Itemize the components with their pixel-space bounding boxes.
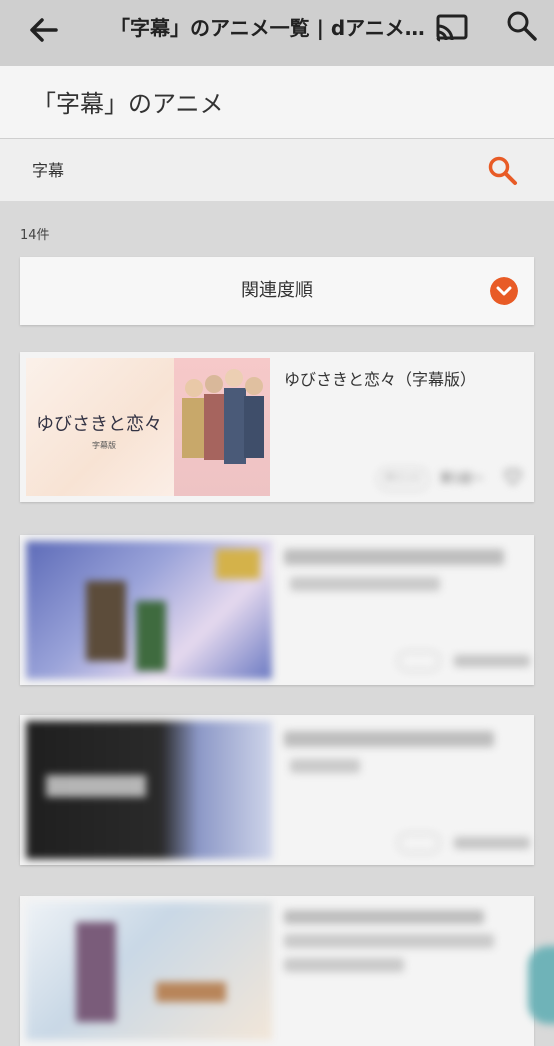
thumbnail-left: ゆびさきと恋々 字幕版	[26, 358, 174, 496]
card-title	[284, 731, 494, 747]
thumb-sub-text: 字幕版	[92, 441, 116, 450]
thumbnail	[26, 902, 272, 1040]
back-arrow-icon[interactable]	[24, 10, 64, 50]
card-title	[284, 910, 484, 924]
thumb-logo-text: ゆびさきと恋々	[36, 414, 162, 435]
search-bar[interactable]: 字幕	[0, 139, 554, 201]
search-input[interactable]: 字幕	[32, 157, 64, 181]
card-subtitle	[284, 934, 494, 948]
sort-label: 関連度順	[241, 280, 313, 301]
page-title: 「字幕」のアニメ	[32, 90, 224, 118]
thumbnail	[26, 721, 272, 859]
card-title: ゆびさきと恋々（字幕版）	[284, 370, 477, 389]
character-illustration	[182, 369, 264, 464]
card-meta	[454, 655, 530, 667]
thumbnail-right	[174, 358, 270, 496]
thumbnail	[26, 541, 272, 679]
favorite-icon[interactable]	[504, 468, 522, 486]
anime-card[interactable]	[20, 535, 534, 685]
tag-chip: ポイント	[378, 468, 428, 490]
card-meta	[454, 837, 530, 849]
tag-chip	[398, 651, 440, 671]
tag-chip	[398, 833, 440, 853]
card-meta: 第1話〜	[440, 471, 484, 485]
card-subtitle	[290, 759, 360, 773]
search-icon[interactable]	[504, 8, 540, 44]
anime-card[interactable]: ゆびさきと恋々 字幕版 ゆびさきと恋々（字幕版） ポイント 第1話〜	[20, 352, 534, 502]
page-tab-title: 「字幕」のアニメ一覧 | dアニメストア	[110, 16, 430, 40]
page-header: 「字幕」のアニメ	[0, 66, 554, 139]
search-submit-icon[interactable]	[486, 154, 520, 188]
card-subtitle	[290, 577, 440, 591]
result-count: 14件	[20, 228, 50, 243]
chevron-down-icon[interactable]	[490, 277, 518, 305]
card-subtitle-2	[284, 958, 404, 972]
top-app-bar: 「字幕」のアニメ一覧 | dアニメストア	[0, 0, 554, 66]
sort-dropdown[interactable]: 関連度順	[20, 257, 534, 325]
floating-action-button[interactable]	[528, 946, 554, 1024]
cast-icon[interactable]	[432, 8, 472, 48]
card-title	[284, 549, 504, 565]
anime-card[interactable]	[20, 715, 534, 865]
